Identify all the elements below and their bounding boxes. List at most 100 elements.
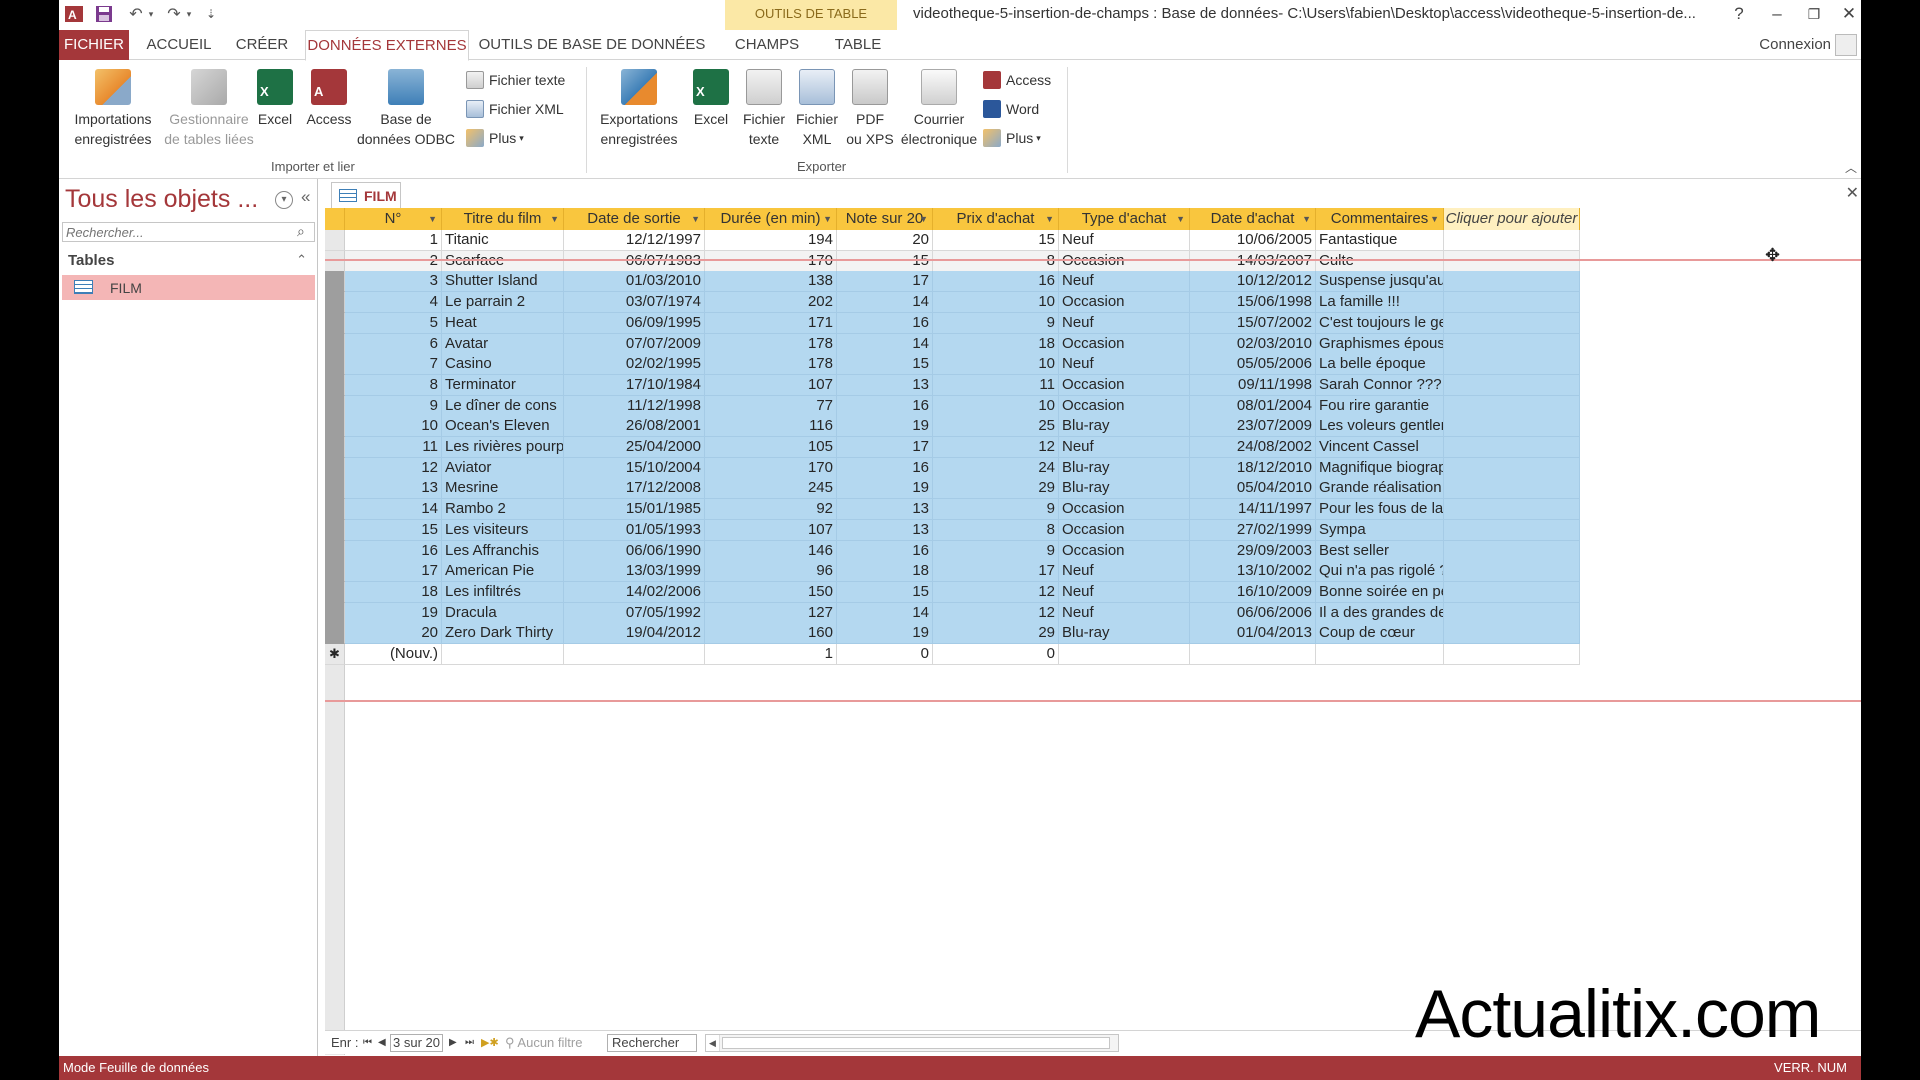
nav-item-film[interactable]: FILM [62,275,315,300]
tab-file[interactable]: FICHIER [59,30,129,60]
table-cell-empty[interactable] [1444,478,1580,500]
table-cell[interactable]: Blu-ray [1059,416,1190,438]
tab-external-data[interactable]: DONNÉES EXTERNES [305,30,469,61]
table-cell[interactable]: 19 [837,478,933,500]
table-cell[interactable]: 5 [345,312,442,334]
table-cell[interactable]: 14 [837,333,933,355]
sort-filter-dropdown-icon[interactable]: ▼ [1176,208,1185,230]
column-header[interactable]: Date de sortie ▼ [564,208,705,230]
import-xml-file-button[interactable]: Fichier XML [466,98,564,120]
table-cell[interactable]: Occasion [1059,499,1190,521]
table-row[interactable]: 7 Casino 02/02/1995 178 15 10 Neuf 05/05/2006 La… [325,354,1861,376]
table-cell-empty[interactable] [1444,271,1580,293]
table-cell[interactable]: Neuf [1059,230,1190,251]
table-cell[interactable]: 06/06/1990 [564,540,705,562]
table-row[interactable]: 2Scarface06/07/1983170158Occasion14/03/2… [325,250,1861,272]
table-cell[interactable]: La famille !!! [1316,292,1444,314]
table-cell[interactable]: 92 [705,499,837,521]
record-selector[interactable] [325,374,345,396]
collapse-ribbon-icon[interactable]: ︿ [1845,159,1857,176]
sort-filter-dropdown-icon[interactable]: ▼ [1302,208,1311,230]
table-row[interactable]: 18 Les infiltrés 14/02/2006 150 15 12 Neuf 16/1… [325,581,1861,603]
record-selector[interactable] [325,519,345,541]
table-cell[interactable]: 11 [345,437,442,458]
sort-filter-dropdown-icon[interactable]: ▼ [1430,208,1439,230]
table-cell[interactable]: 13 [837,519,933,541]
minimize-button[interactable]: – [1760,1,1794,27]
new-record-cell[interactable] [564,644,705,665]
record-selector[interactable] [325,623,345,645]
search-icon[interactable]: ⌕ [297,223,305,240]
table-cell[interactable]: Les Affranchis [442,540,564,562]
table-cell[interactable]: Casino [442,354,564,376]
record-selector[interactable] [325,333,345,355]
table-cell[interactable]: 146 [705,540,837,562]
table-cell[interactable]: 10 [933,395,1059,417]
saved-exports-button[interactable]: Exportations enregistrées [587,69,691,149]
table-cell[interactable]: La belle époque [1316,354,1444,376]
sort-filter-dropdown-icon[interactable]: ▼ [1045,208,1054,230]
table-cell[interactable]: 105 [705,437,837,458]
column-header[interactable]: Note sur 20 ▼ [837,208,933,230]
record-position-field[interactable]: 3 sur 20 [390,1034,443,1052]
table-cell[interactable]: 17 [933,561,1059,583]
record-selector[interactable] [325,561,345,583]
table-cell[interactable]: 8 [933,519,1059,541]
table-row[interactable]: 20 Zero Dark Thirty 19/04/2012 160 19 29 Blu-r… [325,623,1861,645]
table-cell[interactable]: 13 [837,374,933,396]
table-cell[interactable]: Neuf [1059,437,1190,458]
table-cell[interactable]: 178 [705,333,837,355]
table-cell[interactable]: Culte [1316,250,1444,272]
table-cell[interactable]: Occasion [1059,292,1190,314]
export-pdf-button[interactable]: PDF ou XPS [842,69,898,149]
redo-dropdown-icon[interactable]: ▾ [183,3,195,25]
table-cell[interactable]: Occasion [1059,395,1190,417]
table-cell[interactable]: 16/10/2009 [1190,581,1316,603]
previous-record-icon[interactable]: ◀ [378,1037,386,1048]
no-filter-button[interactable]: ⚲ Aucun filtre [505,1035,582,1051]
import-access-button[interactable]: A Access [303,69,355,129]
table-cell[interactable]: 15 [933,230,1059,251]
table-cell[interactable]: Blu-ray [1059,623,1190,645]
table-cell[interactable]: Pour les fous de la g [1316,499,1444,521]
table-cell[interactable]: 1 [345,230,442,251]
table-cell[interactable]: 19 [837,416,933,438]
table-row[interactable]: 6 Avatar 07/07/2009 178 14 18 Occasion 02/03/20… [325,333,1861,355]
table-cell-empty[interactable] [1444,312,1580,334]
record-selector[interactable] [325,457,345,479]
new-record-cell[interactable] [1444,644,1580,665]
table-cell[interactable]: Blu-ray [1059,457,1190,479]
table-cell-empty[interactable] [1444,499,1580,521]
table-cell[interactable]: 15/10/2004 [564,457,705,479]
table-cell-empty[interactable] [1444,354,1580,376]
new-record-row[interactable]: ✱ (Nouv.) 1 0 0 [325,644,1861,665]
column-header[interactable]: Prix d'achat ▼ [933,208,1059,230]
table-cell-empty[interactable] [1444,623,1580,645]
table-cell[interactable]: Heat [442,312,564,334]
scroll-left-icon[interactable]: ◀ [706,1035,720,1051]
table-row[interactable]: 16 Les Affranchis 06/06/1990 146 16 9 Occasion… [325,540,1861,562]
table-cell[interactable]: Fantastique [1316,230,1444,251]
new-record-cell[interactable] [1190,644,1316,665]
table-cell[interactable]: Fou rire garantie [1316,395,1444,417]
nav-pane-title[interactable]: Tous les objets ... [65,185,258,214]
table-cell[interactable]: Scarface [442,250,564,272]
table-cell[interactable]: 171 [705,312,837,334]
table-cell-empty[interactable] [1444,416,1580,438]
table-cell[interactable]: 12 [933,602,1059,624]
export-excel-button[interactable]: X Excel [687,69,735,129]
table-cell[interactable]: 15/01/1985 [564,499,705,521]
table-cell[interactable]: 10 [933,292,1059,314]
table-cell[interactable]: 9 [345,395,442,417]
table-cell[interactable]: 9 [933,540,1059,562]
help-button[interactable]: ? [1722,1,1756,27]
table-cell[interactable]: 13/03/1999 [564,561,705,583]
table-cell[interactable]: 14/11/1997 [1190,499,1316,521]
table-cell[interactable]: Le parrain 2 [442,292,564,314]
table-cell[interactable]: 17 [837,271,933,293]
new-record-cell[interactable]: 0 [933,644,1059,665]
table-cell-empty[interactable] [1444,292,1580,314]
table-cell[interactable]: 14 [837,602,933,624]
table-cell[interactable]: 116 [705,416,837,438]
sort-filter-dropdown-icon[interactable]: ▼ [919,208,928,230]
